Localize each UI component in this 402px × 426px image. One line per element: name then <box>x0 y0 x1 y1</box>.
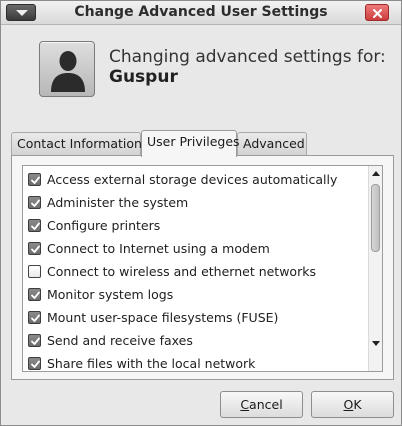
ok-button[interactable]: OK <box>311 391 394 418</box>
user-silhouette-icon <box>51 51 85 92</box>
privilege-row[interactable]: Access external storage devices automati… <box>23 168 368 191</box>
privilege-label: Share files with the local network <box>47 356 256 371</box>
privilege-label: Configure printers <box>47 218 161 233</box>
tab-user-privileges[interactable]: User Privileges <box>141 130 240 157</box>
arrow-down-icon[interactable] <box>372 341 380 346</box>
cancel-button[interactable]: Cancel <box>220 391 303 418</box>
checkbox-unchecked[interactable] <box>28 265 41 278</box>
title-bar[interactable]: Change Advanced User Settings <box>1 1 401 25</box>
checkbox-checked[interactable] <box>28 311 41 324</box>
checkbox-checked[interactable] <box>28 173 41 186</box>
close-icon <box>373 9 382 18</box>
dialog-window: Change Advanced User Settings Changing a… <box>0 0 402 426</box>
check-icon <box>31 222 40 230</box>
scrollbar-thumb[interactable] <box>371 184 380 252</box>
privilege-row[interactable]: Share files with the local network <box>23 352 368 371</box>
privilege-row[interactable]: Mount user-space filesystems (FUSE) <box>23 306 368 329</box>
privileges-list: Access external storage devices automati… <box>22 165 383 372</box>
check-icon <box>31 199 40 207</box>
tab-advanced[interactable]: Advanced <box>237 132 307 156</box>
privilege-row[interactable]: Send and receive faxes <box>23 329 368 352</box>
settings-heading: Changing advanced settings for: <box>109 47 386 67</box>
privilege-label: Mount user-space filesystems (FUSE) <box>47 310 279 325</box>
privilege-label: Administer the system <box>47 195 189 210</box>
checkbox-checked[interactable] <box>28 242 41 255</box>
cancel-mnemonic: C <box>240 397 250 412</box>
privilege-row[interactable]: Connect to wireless and ethernet network… <box>23 260 368 283</box>
tab-contact-information[interactable]: Contact Information <box>11 132 142 156</box>
privilege-label: Connect to Internet using a modem <box>47 241 270 256</box>
close-button[interactable] <box>365 4 389 21</box>
check-icon <box>31 245 40 253</box>
privilege-row[interactable]: Administer the system <box>23 191 368 214</box>
privilege-row[interactable]: Configure printers <box>23 214 368 237</box>
privilege-row[interactable]: Monitor system logs <box>23 283 368 306</box>
ok-label-rest: K <box>353 397 362 412</box>
privilege-row[interactable]: Connect to Internet using a modem <box>23 237 368 260</box>
checkbox-checked[interactable] <box>28 196 41 209</box>
check-icon <box>31 291 40 299</box>
privilege-label: Access external storage devices automati… <box>47 172 338 187</box>
checkbox-checked[interactable] <box>28 219 41 232</box>
checkbox-checked[interactable] <box>28 334 41 347</box>
checkbox-checked[interactable] <box>28 357 41 370</box>
user-avatar <box>39 41 95 97</box>
window-title: Change Advanced User Settings <box>74 4 328 20</box>
vertical-scrollbar[interactable] <box>368 166 382 371</box>
username-label: Guspur <box>109 67 178 87</box>
privilege-label: Monitor system logs <box>47 287 174 302</box>
check-icon <box>31 337 40 345</box>
check-icon <box>31 314 40 322</box>
arrow-up-icon[interactable] <box>372 171 380 176</box>
privilege-label: Send and receive faxes <box>47 333 193 348</box>
check-icon <box>31 360 40 368</box>
tab-panel-user-privileges: Access external storage devices automati… <box>11 155 394 380</box>
ok-mnemonic: O <box>343 397 354 412</box>
checkbox-checked[interactable] <box>28 288 41 301</box>
cancel-label-rest: ancel <box>249 397 283 412</box>
privilege-label: Connect to wireless and ethernet network… <box>47 264 316 279</box>
check-icon <box>31 176 40 184</box>
